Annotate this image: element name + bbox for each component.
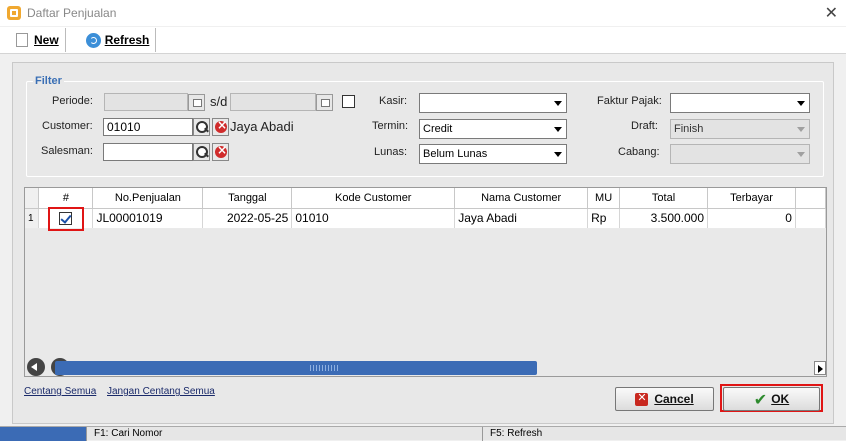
- column-header-terbayar[interactable]: Terbayar: [707, 188, 796, 209]
- draft-select-value: Finish: [674, 123, 704, 135]
- lunas-select[interactable]: Belum Lunas: [419, 144, 567, 164]
- filter-legend: Filter: [33, 75, 64, 87]
- column-header-check[interactable]: #: [38, 188, 94, 209]
- main-panel: Filter Periode: s/d Customer: 01010 Jaya…: [12, 62, 834, 424]
- faktur-pajak-label: Faktur Pajak:: [597, 95, 662, 107]
- status-bar: F1: Cari Nomor F5: Refresh: [0, 426, 846, 441]
- cell-no-penjualan: JL00001019: [92, 208, 204, 229]
- cell-nama-customer: Jaya Abadi: [454, 208, 589, 229]
- cabang-select[interactable]: [670, 144, 810, 164]
- lunas-select-value: Belum Lunas: [423, 148, 488, 160]
- scrollbar-thumb[interactable]: [55, 361, 537, 375]
- draft-select[interactable]: Finish: [670, 119, 810, 139]
- check-all-link[interactable]: Centang Semua: [24, 386, 96, 397]
- status-f1: F1: Cari Nomor: [88, 427, 483, 441]
- new-button[interactable]: New: [0, 28, 66, 52]
- cell-mu: Rp: [587, 208, 621, 229]
- column-header-nama-customer[interactable]: Nama Customer: [454, 188, 589, 209]
- cabang-label: Cabang:: [618, 146, 660, 158]
- lunas-label: Lunas:: [374, 146, 408, 158]
- toolbar: New Refresh: [0, 27, 846, 54]
- window-title: Daftar Penjualan: [27, 6, 117, 20]
- horizontal-scrollbar[interactable]: [25, 358, 826, 376]
- column-header-extra: [795, 188, 826, 209]
- periode-enable-checkbox[interactable]: [342, 95, 355, 108]
- scroll-left-icon[interactable]: [27, 358, 45, 376]
- row-number: 1: [25, 208, 40, 229]
- chevron-down-icon: [554, 127, 562, 132]
- cell-total: 3.500.000: [619, 208, 709, 229]
- scrollbar-grip: [310, 365, 340, 371]
- termin-select-value: Credit: [423, 123, 453, 135]
- calendar-start-icon[interactable]: [188, 94, 205, 111]
- column-header-total[interactable]: Total: [619, 188, 709, 209]
- uncheck-all-link[interactable]: Jangan Centang Semua: [107, 386, 215, 397]
- termin-select[interactable]: Credit: [419, 119, 567, 139]
- calendar-end-icon[interactable]: [316, 94, 333, 111]
- salesman-label: Salesman:: [41, 145, 93, 157]
- title-bar: Daftar Penjualan ✕: [0, 0, 846, 26]
- app-icon: [7, 6, 21, 20]
- chevron-down-icon: [797, 127, 805, 132]
- column-header-mu[interactable]: MU: [587, 188, 621, 209]
- chevron-down-icon: [554, 152, 562, 157]
- filter-group: Filter Periode: s/d Customer: 01010 Jaya…: [26, 75, 824, 177]
- refresh-button-label: Refresh: [104, 33, 150, 47]
- periode-label: Periode:: [52, 95, 93, 107]
- table-header-row: # No.Penjualan Tanggal Kode Customer Nam…: [25, 188, 826, 209]
- faktur-pajak-select[interactable]: [670, 93, 810, 113]
- cancel-icon: [635, 391, 649, 406]
- refresh-button[interactable]: Refresh: [66, 28, 157, 52]
- draft-label: Draft:: [631, 120, 658, 132]
- sales-grid: # No.Penjualan Tanggal Kode Customer Nam…: [24, 187, 827, 377]
- chevron-down-icon: [797, 152, 805, 157]
- cancel-button-label: Cancel: [654, 392, 694, 406]
- periode-end-field[interactable]: [230, 93, 316, 111]
- kasir-select[interactable]: [419, 93, 567, 113]
- cancel-button[interactable]: Cancel: [615, 387, 714, 411]
- sd-label: s/d: [210, 94, 228, 109]
- checkbox-highlight: [48, 207, 84, 231]
- salesman-search-icon[interactable]: [193, 143, 210, 161]
- new-document-icon: [16, 33, 28, 47]
- row-number-header: [25, 188, 40, 209]
- chevron-down-icon: [797, 101, 805, 106]
- customer-search-icon[interactable]: [193, 118, 210, 136]
- cell-extra: [795, 208, 826, 229]
- status-f5: F5: Refresh: [490, 428, 543, 439]
- close-icon[interactable]: ✕: [825, 3, 838, 22]
- customer-clear-icon[interactable]: [212, 118, 229, 136]
- refresh-icon: [85, 32, 101, 48]
- status-progress: [0, 427, 87, 441]
- cell-kode-customer: 01010: [291, 208, 456, 229]
- new-button-label: New: [34, 33, 59, 47]
- chevron-down-icon: [554, 101, 562, 106]
- ok-button[interactable]: ✔ OK: [723, 387, 820, 411]
- table-row[interactable]: 1 JL00001019 2022-05-25 01010 Jaya Abadi…: [25, 208, 826, 229]
- salesman-clear-icon[interactable]: [212, 143, 229, 161]
- sales-table: # No.Penjualan Tanggal Kode Customer Nam…: [25, 188, 826, 229]
- column-header-tanggal[interactable]: Tanggal: [202, 188, 293, 209]
- termin-label: Termin:: [372, 120, 409, 132]
- kasir-label: Kasir:: [379, 95, 408, 107]
- salesman-field[interactable]: [103, 143, 193, 161]
- ok-button-label: OK: [771, 392, 790, 406]
- scroll-right-arrow-icon[interactable]: [814, 361, 826, 375]
- customer-label: Customer:: [42, 120, 93, 132]
- periode-start-field[interactable]: [104, 93, 188, 111]
- column-header-no-penjualan[interactable]: No.Penjualan: [92, 188, 204, 209]
- column-header-kode-customer[interactable]: Kode Customer: [291, 188, 456, 209]
- customer-code-field[interactable]: 01010: [103, 118, 193, 136]
- cell-terbayar: 0: [707, 208, 796, 229]
- cell-tanggal: 2022-05-25: [202, 208, 293, 229]
- checkmark-icon: ✔: [753, 389, 768, 409]
- customer-name: Jaya Abadi: [230, 119, 294, 134]
